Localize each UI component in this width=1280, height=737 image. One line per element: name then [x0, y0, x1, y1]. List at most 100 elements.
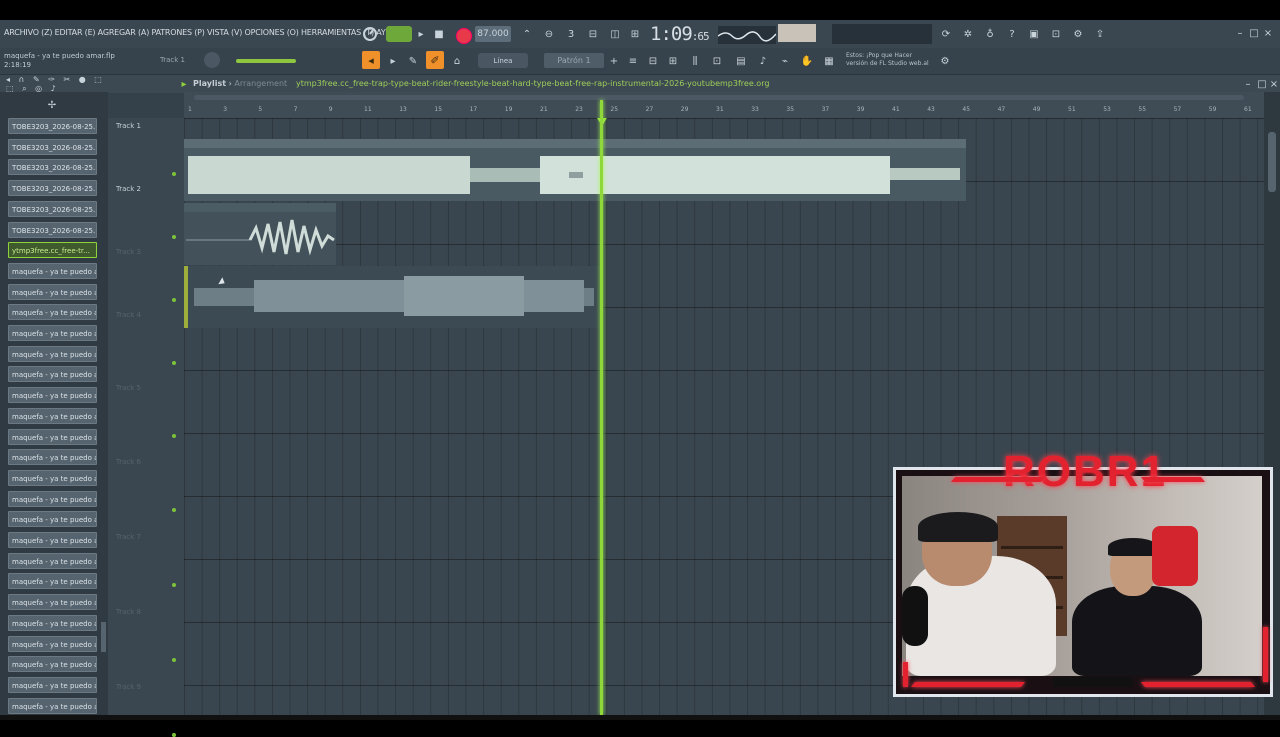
- mic-icon[interactable]: ♁: [982, 26, 998, 42]
- track-name[interactable]: Track 8: [116, 608, 141, 616]
- pencil-icon[interactable]: ✎: [406, 53, 420, 69]
- clip-list-item[interactable]: TOBE3203_2026-08-25...: [8, 180, 97, 197]
- track-mute-led[interactable]: [172, 658, 176, 662]
- touch-icon[interactable]: ✋: [800, 53, 814, 69]
- master-knob-icon[interactable]: [360, 25, 380, 43]
- clip-list-item[interactable]: maquefa - ya te puedo a...: [8, 469, 97, 486]
- clip-list-item[interactable]: maquefa - ya te puedo a...: [8, 573, 97, 590]
- clip-list-item[interactable]: maquefa - ya te puedo a...: [8, 635, 97, 652]
- snap-select[interactable]: Línea: [478, 53, 528, 68]
- play-pattern-icon[interactable]: ▸: [386, 53, 400, 69]
- vertical-scrollbar-thumb[interactable]: [1268, 132, 1276, 192]
- track-mute-led[interactable]: [172, 361, 176, 365]
- clip-list-item[interactable]: maquefa - ya te puedo a...: [8, 490, 97, 507]
- clip-list-item[interactable]: maquefa - ya te puedo a...: [8, 656, 97, 673]
- add-clip-icon[interactable]: ✢: [44, 98, 60, 112]
- plus-icon[interactable]: +: [608, 53, 620, 69]
- clip-list-item[interactable]: maquefa - ya te puedo a...: [8, 407, 97, 424]
- track-mute-led[interactable]: [172, 508, 176, 512]
- audio-clip-track2[interactable]: maquefa - ya te puedo a 2-07-03_instrdub…: [184, 203, 336, 265]
- tempo-icon[interactable]: ⌁: [778, 53, 792, 69]
- playlist-close-icon[interactable]: ×: [1268, 77, 1280, 91]
- clip-list-item[interactable]: maquefa - ya te puedo a...: [8, 283, 97, 300]
- wait-icon[interactable]: ⊖: [540, 26, 558, 42]
- snap-magnet-icon[interactable]: ◂: [362, 51, 380, 69]
- track-name[interactable]: Track 5: [116, 384, 141, 392]
- step-icon[interactable]: ⊞: [626, 26, 644, 42]
- playlist-minimize-icon[interactable]: –: [1242, 77, 1254, 91]
- channel-rack-icon[interactable]: ⊞: [666, 53, 680, 69]
- clip-list-item[interactable]: maquefa - ya te puedo a...: [8, 594, 97, 611]
- clip-list-item[interactable]: maquefa - ya te puedo a...: [8, 387, 97, 404]
- track-mute-led[interactable]: [172, 172, 176, 176]
- browser-panel-icon[interactable]: ⊡: [710, 53, 724, 69]
- loop-record-icon[interactable]: ◫: [606, 26, 624, 42]
- clip-list-item[interactable]: maquefa - ya te puedo a...: [8, 532, 97, 548]
- mixer-icon[interactable]: ⫼: [688, 53, 702, 69]
- clip-list-item[interactable]: ytmp3free.cc_free-tr...: [8, 242, 97, 259]
- play-icon[interactable]: ▸: [414, 26, 428, 42]
- pattern-song-toggle[interactable]: [386, 26, 412, 42]
- countdown-icon[interactable]: 3: [562, 26, 580, 42]
- lock-icon[interactable]: ⌂: [450, 53, 464, 69]
- plugin-icon[interactable]: ✲: [960, 26, 976, 42]
- clip-list-item[interactable]: TOBE3203_2026-08-25...: [8, 221, 97, 238]
- clip-list-item[interactable]: maquefa - ya te puedo a...: [8, 697, 97, 714]
- master-volume-slider[interactable]: [236, 59, 296, 63]
- minimize-icon[interactable]: –: [1234, 26, 1246, 40]
- clip-list-item[interactable]: maquefa - ya te puedo a...: [8, 262, 97, 279]
- export-icon[interactable]: ⇪: [1092, 26, 1108, 42]
- track-mute-led[interactable]: [172, 235, 176, 239]
- clip-list-item[interactable]: maquefa - ya te puedo a...: [8, 676, 97, 693]
- clip-list-item[interactable]: maquefa - ya te puedo a...: [8, 511, 97, 528]
- clip-list-item[interactable]: maquefa - ya te puedo a...: [8, 366, 97, 383]
- track-name[interactable]: Track 4: [116, 311, 141, 319]
- track-name[interactable]: Track 7: [116, 533, 141, 541]
- close-icon[interactable]: ×: [1262, 26, 1274, 40]
- plugin-db-icon[interactable]: ♪: [756, 53, 770, 69]
- clip-list-item[interactable]: TOBE3203_2026-08-25...: [8, 200, 97, 217]
- brush-tool-icon[interactable]: ✐: [426, 51, 444, 69]
- link-icon[interactable]: ⟳: [938, 26, 954, 42]
- help-icon[interactable]: ?: [1004, 26, 1020, 42]
- audio-clip-track1[interactable]: ytmp3free.cc_free-trap-type-beat-rider-f…: [184, 139, 966, 201]
- playlist-tools[interactable]: ◂ ∩ ✎ ✑ ✂ ● ⬚ ⬚ ⌕ ◎ ♪: [6, 75, 106, 93]
- clip-list-item[interactable]: TOBE3203_2026-08-25...: [8, 159, 97, 176]
- blend-icon[interactable]: ⊟: [584, 26, 602, 42]
- playlist-maximize-icon[interactable]: □: [1256, 77, 1268, 91]
- main-menu[interactable]: ARCHIVO (Z) EDITAR (E) AGREGAR (A) PATRO…: [4, 28, 403, 37]
- timeline-ruler[interactable]: 1 3 5 7 9 11 13 15 17 19 21 23 25 27 29 31 33 35 37 39 41 43 4…: [184, 92, 1264, 118]
- arrangement-label[interactable]: Arrangement: [234, 79, 287, 88]
- track-mute-led[interactable]: [172, 434, 176, 438]
- tempo-display[interactable]: 87.000: [475, 26, 511, 42]
- metronome-icon[interactable]: ⌃: [518, 26, 536, 42]
- clip-list-item[interactable]: maquefa - ya te puedo a...: [8, 614, 97, 631]
- clip-list-item[interactable]: maquefa - ya te puedo a...: [8, 428, 97, 445]
- horizontal-scrollbar[interactable]: [194, 95, 1244, 100]
- browser-icon[interactable]: ⊡: [1048, 26, 1064, 42]
- clip-list-item[interactable]: TOBE3203_2026-08-25...: [8, 118, 97, 134]
- track-name[interactable]: Track 1: [116, 122, 141, 130]
- save-icon[interactable]: ▣: [1026, 26, 1042, 42]
- track-mute-led[interactable]: [172, 733, 176, 737]
- master-pitch-knob[interactable]: [204, 52, 220, 68]
- clip-list-scrollbar[interactable]: [101, 622, 106, 652]
- clip-list-item[interactable]: TOBE3203_2026-08-25...: [8, 138, 97, 155]
- track-name[interactable]: Track 2: [116, 185, 141, 193]
- news-icon[interactable]: ⚙: [938, 53, 952, 69]
- clip-list-item[interactable]: maquefa - ya te puedo a...: [8, 449, 97, 466]
- clip-list-item[interactable]: maquefa - ya te puedo a...: [8, 345, 97, 362]
- file-icon[interactable]: ▤: [734, 53, 748, 69]
- track-name[interactable]: Track 3: [116, 248, 141, 256]
- maximize-icon[interactable]: □: [1248, 26, 1260, 40]
- clip-list-item[interactable]: maquefa - ya te puedo a...: [8, 304, 97, 321]
- piano-roll-icon[interactable]: ⊟: [646, 53, 660, 69]
- settings-icon[interactable]: ⚙: [1070, 26, 1086, 42]
- pattern-selector[interactable]: Patrón 1: [544, 53, 604, 68]
- record-button[interactable]: [456, 28, 472, 44]
- track-mute-led[interactable]: [172, 583, 176, 587]
- clip-list-item[interactable]: maquefa - ya te puedo a...: [8, 325, 97, 341]
- track-name[interactable]: Track 6: [116, 458, 141, 466]
- clipboard-icon[interactable]: ▦: [822, 53, 836, 69]
- stop-icon[interactable]: ■: [432, 26, 446, 42]
